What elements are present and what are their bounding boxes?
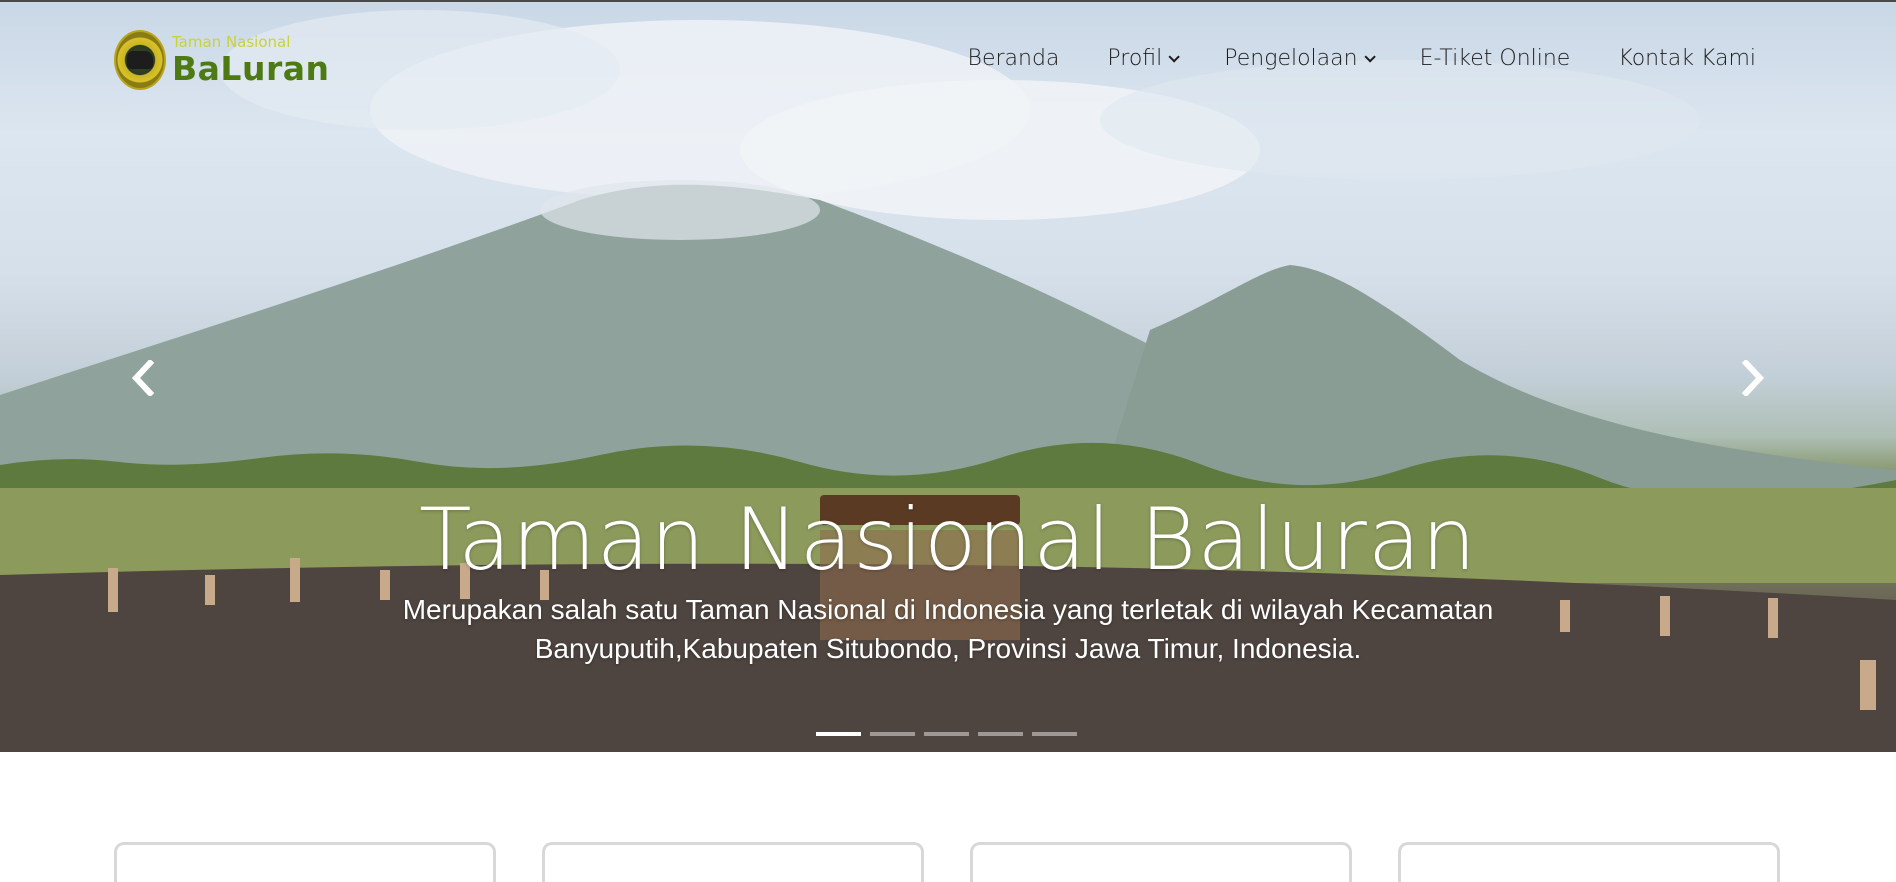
site-logo[interactable]: Taman Nasional BaLuran [114, 30, 329, 90]
chevron-right-icon [1741, 358, 1765, 398]
nav-item-label: E-Tiket Online [1419, 46, 1571, 71]
feature-cards [114, 842, 1780, 882]
logo-subtitle: Taman Nasional [172, 33, 291, 51]
top-border [0, 0, 1896, 2]
nav-item-e-tiket-online[interactable]: E-Tiket Online [1420, 46, 1571, 71]
nav-item-label: Kontak Kami [1618, 46, 1756, 71]
nav-item-kontak-kami[interactable]: Kontak Kami [1618, 46, 1756, 71]
hero-title: Taman Nasional Baluran [418, 490, 1478, 590]
feature-card[interactable] [114, 842, 496, 882]
nav-item-beranda[interactable]: Beranda [968, 46, 1060, 71]
nav-item-label: Profil [1107, 46, 1163, 71]
chevron-down-icon [1364, 50, 1376, 63]
carousel-indicators [816, 732, 1077, 736]
carousel-indicator[interactable] [1032, 732, 1077, 736]
main-navigation: Beranda Profil Pengelolaan E-Tiket Onlin… [968, 46, 1756, 71]
carousel-prev-button[interactable] [128, 358, 158, 398]
nav-item-pengelolaan[interactable]: Pengelolaan [1224, 46, 1376, 71]
hero-carousel: Taman Nasional BaLuran Beranda Profil Pe… [0, 0, 1896, 752]
logo-title: BaLuran [172, 49, 330, 88]
carousel-indicator[interactable] [978, 732, 1023, 736]
carousel-next-button[interactable] [1738, 358, 1768, 398]
chevron-left-icon [131, 358, 155, 398]
chevron-down-icon [1168, 50, 1181, 63]
carousel-indicator[interactable] [816, 732, 861, 736]
hero-subtitle: Merupakan salah satu Taman Nasional di I… [402, 594, 1494, 664]
carousel-indicator[interactable] [924, 732, 969, 736]
nav-item-profil[interactable]: Profil [1107, 46, 1181, 71]
nav-item-label: Beranda [967, 46, 1060, 71]
feature-card[interactable] [1398, 842, 1780, 882]
carousel-indicator[interactable] [870, 732, 915, 736]
logo-badge-icon [114, 30, 166, 90]
nav-item-label: Pengelolaan [1224, 46, 1358, 71]
feature-card[interactable] [970, 842, 1352, 882]
feature-card[interactable] [542, 842, 924, 882]
